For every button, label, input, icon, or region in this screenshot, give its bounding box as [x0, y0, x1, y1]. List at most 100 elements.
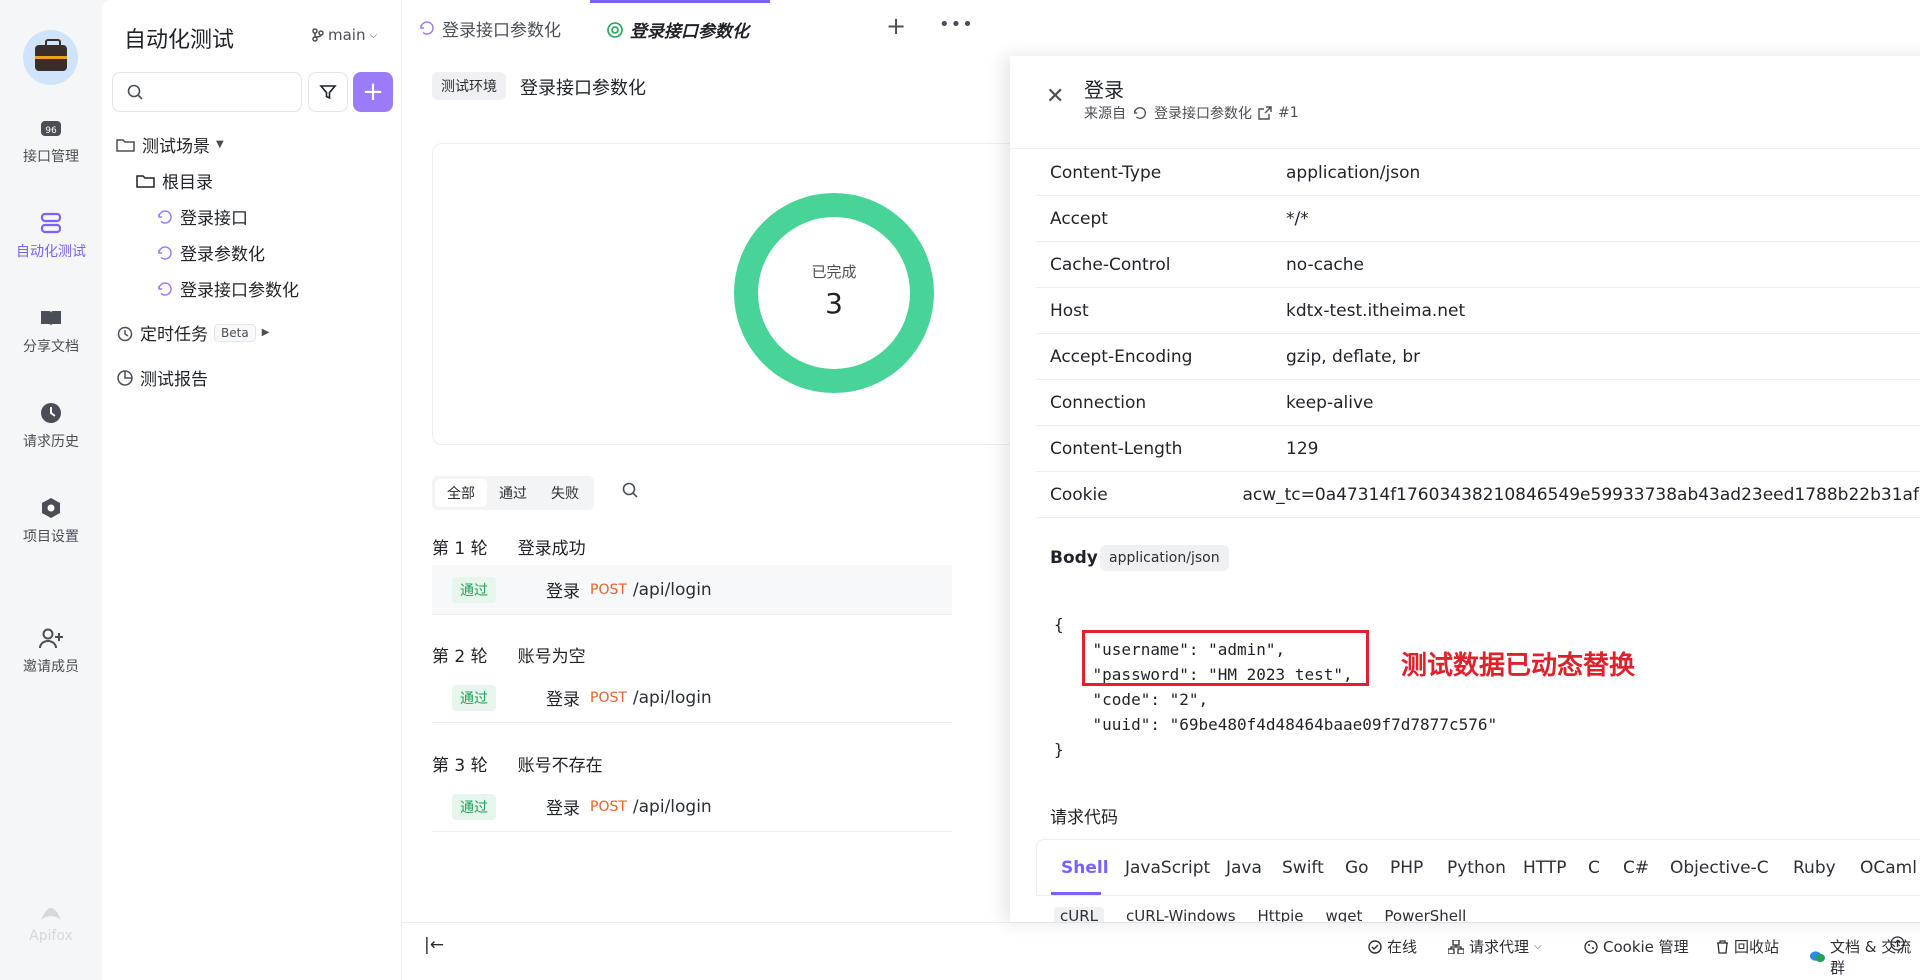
search-field[interactable]: [112, 72, 302, 112]
tree-item[interactable]: 登录参数化: [156, 240, 265, 265]
tree-root-folder[interactable]: 根目录: [136, 168, 213, 193]
add-button[interactable]: +: [353, 72, 393, 112]
rail-item-settings[interactable]: 项目设置: [0, 496, 102, 546]
result-row[interactable]: 通过 登录 POST /api/login: [432, 673, 952, 723]
lang-tab-c[interactable]: C: [1588, 858, 1600, 878]
tree-item[interactable]: 登录接口参数化: [156, 276, 299, 301]
subtab-curl[interactable]: cURL: [1054, 907, 1105, 922]
project-logo-icon[interactable]: [23, 30, 78, 85]
rail-item-api[interactable]: 96 接口管理: [0, 116, 102, 166]
filter-button[interactable]: [308, 72, 348, 112]
lang-tab-swift[interactable]: Swift: [1282, 858, 1324, 878]
search-icon[interactable]: [622, 482, 638, 498]
scenario-icon: [158, 281, 172, 296]
chevron-down-icon: ⌵: [1534, 941, 1542, 952]
drawer-title: 登录: [1084, 78, 1124, 102]
header-row: Accept */*: [1036, 196, 1920, 242]
request-name: 登录: [546, 799, 580, 819]
tab-active[interactable]: 登录接口参数化: [590, 0, 770, 56]
header-row: Content-Length 129: [1036, 426, 1920, 472]
lang-tab-csharp[interactable]: C#: [1623, 858, 1649, 878]
lang-tab-php[interactable]: PHP: [1390, 858, 1423, 878]
subtab-curl-windows[interactable]: cURL-Windows: [1126, 907, 1236, 922]
lang-tab-ocaml[interactable]: OCaml: [1860, 858, 1917, 878]
book-icon: [39, 306, 63, 330]
folder-scenario-icon: [116, 138, 135, 152]
header-row: Content-Type application/json: [1036, 150, 1920, 196]
active-tab-indicator: [1051, 892, 1101, 895]
alarm-clock-icon: [117, 326, 133, 341]
tree-scheduled[interactable]: 定时任务 Beta ▶: [116, 320, 269, 345]
main-surface: 自动化测试 main ⌵ + 测试场景 ▼ 根目录 登录接口 登录参数化 登录接…: [102, 0, 1920, 980]
proxy-menu[interactable]: 请求代理 ⌵: [1448, 936, 1542, 957]
header-key: Content-Length: [1050, 438, 1183, 459]
request-method: POST: [590, 581, 627, 598]
lang-tab-ruby[interactable]: Ruby: [1793, 858, 1836, 878]
completed-count: 3: [825, 287, 843, 320]
body-content-type: application/json: [1100, 545, 1229, 571]
tree-root-label: 根目录: [162, 173, 213, 193]
tree-item[interactable]: 登录接口: [156, 204, 248, 229]
upgrade-button[interactable]: [1890, 936, 1905, 951]
lang-tab-python[interactable]: Python: [1447, 858, 1506, 878]
filter-all[interactable]: 全部: [435, 479, 487, 507]
header-row: Cache-Control no-cache: [1036, 242, 1920, 288]
completed-label: 已完成: [811, 263, 856, 281]
round-name: 登录成功: [517, 539, 586, 559]
rail-item-history[interactable]: 请求历史: [0, 401, 102, 451]
round-number: 第 3 轮: [432, 756, 488, 776]
cookie-manager[interactable]: Cookie 管理: [1584, 936, 1689, 957]
new-tab-button[interactable]: +: [886, 12, 906, 40]
lang-tab-shell[interactable]: Shell: [1061, 858, 1109, 878]
lang-tab-http[interactable]: HTTP: [1523, 858, 1567, 878]
subtab-powershell[interactable]: PowerShell: [1384, 907, 1466, 922]
lang-tab-java[interactable]: Java: [1226, 858, 1262, 878]
header-value: */*: [1286, 208, 1309, 229]
trash-button[interactable]: 回收站: [1716, 936, 1779, 957]
source-number: #1: [1278, 105, 1299, 121]
round-header: 第 2 轮 账号为空: [432, 642, 586, 667]
header-key: Connection: [1050, 392, 1147, 413]
round-number: 第 1 轮: [432, 539, 488, 559]
result-row[interactable]: 通过 登录 POST /api/login: [432, 782, 952, 832]
branch-selector[interactable]: main ⌵: [312, 26, 377, 44]
search-icon: [127, 84, 143, 100]
lang-tab-objective-c[interactable]: Objective-C: [1670, 858, 1769, 878]
request-path: /api/login: [632, 796, 712, 817]
tree-scenarios-label: 测试场景: [142, 137, 210, 157]
round-name: 账号不存在: [517, 756, 603, 776]
subtab-wget[interactable]: wget: [1326, 907, 1363, 922]
rail-item-share-docs[interactable]: 分享文档: [0, 306, 102, 356]
search-input[interactable]: [149, 81, 294, 103]
request-code-label: 请求代码: [1050, 808, 1118, 828]
more-icon[interactable]: •••: [939, 14, 974, 35]
filter-fail[interactable]: 失败: [539, 479, 591, 507]
lang-tab-javascript[interactable]: JavaScript: [1125, 858, 1210, 878]
rail-item-invite[interactable]: 邀请成员: [0, 626, 102, 676]
clock-icon: [39, 401, 63, 425]
close-icon[interactable]: ✕: [1046, 84, 1064, 109]
source-link[interactable]: 登录接口参数化: [1154, 103, 1252, 123]
tab-bar: 登录接口参数化 登录接口参数化 + •••: [402, 0, 1920, 56]
caret-down-icon: ▼: [216, 139, 224, 150]
settings-icon: [39, 496, 63, 520]
request-detail-drawer: ✕ 登录 来源自 登录接口参数化 #1 Content-Type applicat…: [1010, 56, 1920, 922]
apifox-logo-icon: [41, 908, 61, 920]
header-value: no-cache: [1286, 254, 1364, 275]
round-header: 第 3 轮 账号不存在: [432, 751, 603, 776]
external-link-icon[interactable]: [1258, 106, 1272, 120]
online-status[interactable]: 在线: [1368, 936, 1417, 957]
tree-reports[interactable]: 测试报告: [116, 365, 208, 390]
tab-inactive[interactable]: 登录接口参数化: [402, 0, 590, 56]
result-row[interactable]: 通过 登录 POST /api/login: [432, 565, 952, 615]
subtab-httpie[interactable]: Httpie: [1258, 907, 1304, 922]
lang-tab-go[interactable]: Go: [1345, 858, 1369, 878]
branch-name: main: [328, 26, 366, 44]
tree-scenarios[interactable]: 测试场景 ▼: [116, 132, 224, 157]
rail-item-automation[interactable]: 自动化测试: [0, 211, 102, 261]
project-title: 自动化测试: [124, 28, 235, 53]
tab-label: 登录接口参数化: [442, 20, 561, 41]
filter-pass[interactable]: 通过: [487, 479, 539, 507]
source-label: 来源自: [1084, 106, 1126, 122]
collapse-sidebar-icon[interactable]: |←: [424, 935, 444, 955]
